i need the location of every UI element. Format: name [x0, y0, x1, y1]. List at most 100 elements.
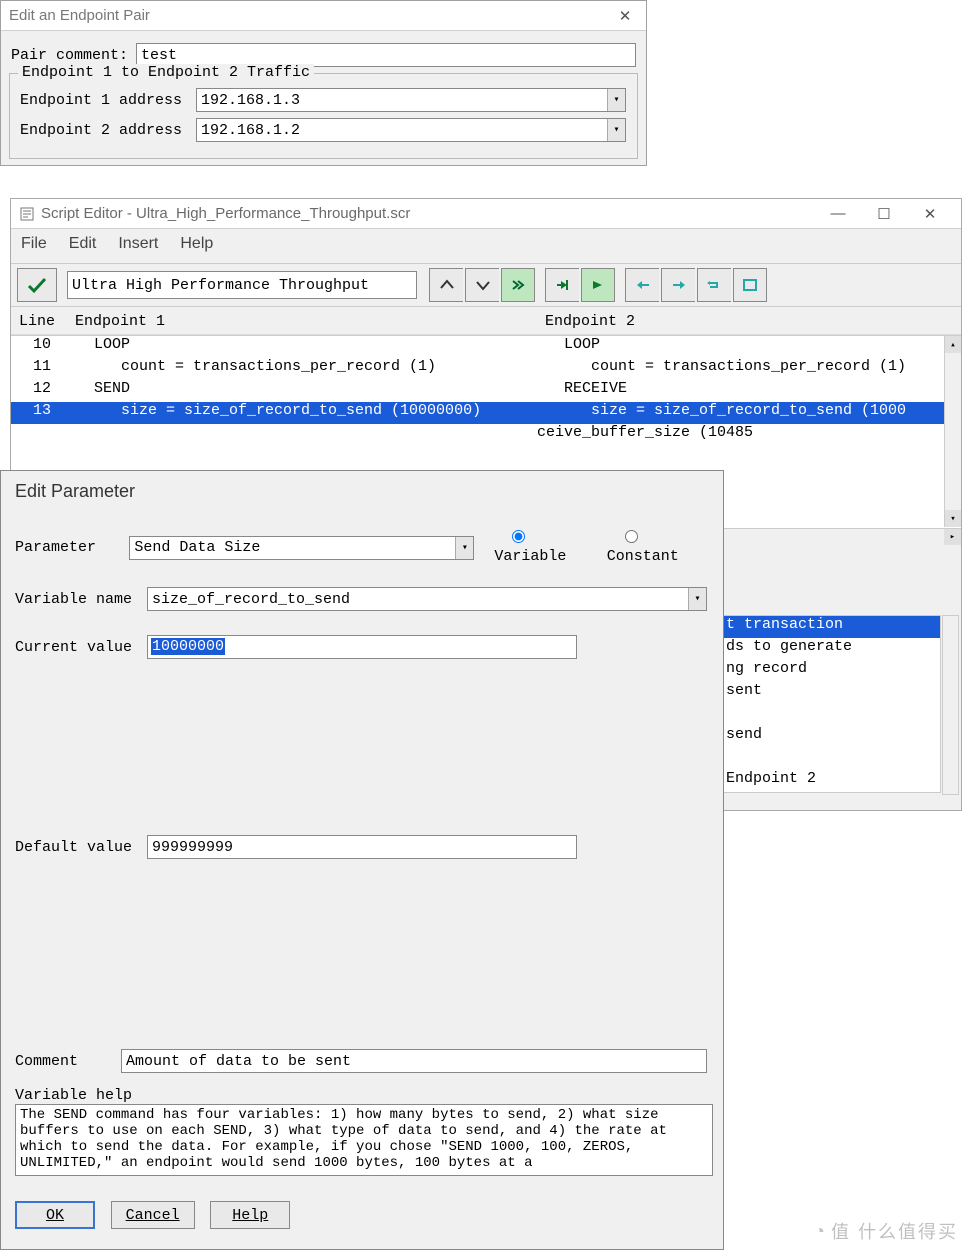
parameter-input[interactable]	[129, 536, 474, 560]
default-value-input[interactable]	[147, 835, 577, 859]
help-item[interactable]: sent	[722, 682, 940, 704]
traffic-group-legend: Endpoint 1 to Endpoint 2 Traffic	[18, 64, 314, 81]
close-icon[interactable]: ✕	[907, 199, 953, 229]
col-endpoint2: Endpoint 2	[545, 313, 953, 330]
swap-left-icon[interactable]	[625, 268, 659, 302]
help-item[interactable]: ng record	[722, 660, 940, 682]
chevron-down-icon[interactable]: ▾	[688, 588, 706, 610]
endpoint1-code: SEND	[67, 380, 537, 402]
maximize-icon[interactable]: ☐	[861, 199, 907, 229]
edit-endpoint-pair-window: Edit an Endpoint Pair ✕ Pair comment: En…	[0, 0, 647, 166]
help-item[interactable]: send	[722, 726, 940, 748]
menubar: File Edit Insert Help	[11, 229, 961, 263]
endpoint2-combo[interactable]: ▾	[196, 118, 626, 142]
endpoint2-code: RECEIVE	[537, 380, 961, 402]
current-value-text: 10000000	[151, 638, 225, 655]
line-number: 12	[11, 380, 67, 402]
script-row[interactable]	[11, 446, 961, 468]
cancel-button[interactable]: Cancel	[111, 1201, 195, 1229]
help-item[interactable]: t transaction	[722, 616, 940, 638]
col-endpoint1: Endpoint 1	[75, 313, 545, 330]
down-icon[interactable]	[465, 268, 499, 302]
titlebar: Edit an Endpoint Pair ✕	[1, 1, 646, 31]
ok-button[interactable]: OK	[15, 1201, 95, 1229]
chevron-down-icon[interactable]: ▾	[607, 119, 625, 141]
col-line: Line	[19, 313, 75, 330]
endpoint1-label: Endpoint 1 address	[20, 92, 188, 109]
watermark-icon: ◔	[814, 1221, 827, 1242]
current-value-label: Current value	[15, 639, 147, 656]
loop-icon[interactable]	[697, 268, 731, 302]
chevron-down-icon[interactable]: ▾	[455, 537, 473, 559]
variable-name-combo[interactable]: ▾	[147, 587, 707, 611]
endpoint2-label: Endpoint 2 address	[20, 122, 188, 139]
variable-radio-label[interactable]: Variable	[494, 530, 596, 565]
line-number	[11, 446, 67, 468]
script-name-input[interactable]	[67, 271, 417, 299]
endpoint1-code: size = size_of_record_to_send (10000000)	[67, 402, 537, 424]
pair-comment-label: Pair comment:	[11, 47, 128, 64]
script-row[interactable]: 13 size = size_of_record_to_send (100000…	[11, 402, 961, 424]
run-icon[interactable]	[501, 268, 535, 302]
comment-label: Comment	[15, 1053, 121, 1070]
endpoint1-code	[67, 424, 537, 446]
variable-radio[interactable]	[512, 530, 525, 543]
help-item[interactable]	[722, 748, 940, 770]
help-list[interactable]: t transactionds to generateng recordsent…	[721, 615, 941, 793]
default-value-label: Default value	[15, 839, 147, 856]
apply-button[interactable]	[17, 268, 57, 302]
up-icon[interactable]	[429, 268, 463, 302]
help-item[interactable]: Endpoint 2	[722, 770, 940, 792]
menu-edit[interactable]: Edit	[69, 235, 97, 253]
nav-group	[429, 268, 537, 302]
flow-group	[625, 268, 769, 302]
line-number: 10	[11, 336, 67, 358]
help-item[interactable]: ds to generate	[722, 638, 940, 660]
menu-help[interactable]: Help	[180, 235, 213, 253]
script-row[interactable]: 12 SEND RECEIVE	[11, 380, 961, 402]
help-item[interactable]	[722, 704, 940, 726]
variable-help-label: Variable help	[15, 1087, 709, 1104]
help-scrollbar[interactable]	[942, 615, 959, 795]
swap-right-icon[interactable]	[661, 268, 695, 302]
line-number: 13	[11, 402, 67, 424]
endpoint1-input[interactable]	[196, 88, 626, 112]
step-in-icon[interactable]	[545, 268, 579, 302]
panel-title: Edit Parameter	[15, 481, 709, 502]
rect-icon[interactable]	[733, 268, 767, 302]
endpoint1-combo[interactable]: ▾	[196, 88, 626, 112]
scroll-down-icon[interactable]: ▾	[945, 510, 961, 527]
traffic-group: Endpoint 1 to Endpoint 2 Traffic Endpoin…	[9, 73, 638, 159]
parameter-combo[interactable]: ▾	[129, 536, 474, 560]
constant-radio-label[interactable]: Constant	[607, 530, 709, 565]
variable-name-input[interactable]	[147, 587, 707, 611]
help-button[interactable]: Help	[210, 1201, 290, 1229]
script-row[interactable]: ceive_buffer_size (10485	[11, 424, 961, 446]
scroll-right-icon[interactable]: ▸	[944, 529, 961, 545]
variable-help-textarea[interactable]: The SEND command has four variables: 1) …	[15, 1104, 713, 1176]
step-over-icon[interactable]	[581, 268, 615, 302]
endpoint2-input[interactable]	[196, 118, 626, 142]
close-icon[interactable]: ✕	[612, 1, 638, 31]
line-number: 11	[11, 358, 67, 380]
vertical-scrollbar[interactable]: ▴ ▾	[944, 336, 961, 527]
edit-parameter-panel: Edit Parameter Parameter ▾ Variable Cons…	[0, 470, 724, 1250]
menu-insert[interactable]: Insert	[118, 235, 158, 253]
script-row[interactable]: 10 LOOP LOOP	[11, 336, 961, 358]
endpoint1-code	[67, 446, 537, 468]
endpoint2-code: size = size_of_record_to_send (1000	[537, 402, 961, 424]
constant-radio[interactable]	[625, 530, 638, 543]
comment-input[interactable]	[121, 1049, 707, 1073]
scroll-up-icon[interactable]: ▴	[945, 336, 961, 353]
script-row[interactable]: 11 count = transactions_per_record (1) c…	[11, 358, 961, 380]
menu-file[interactable]: File	[21, 235, 47, 253]
endpoint2-code: count = transactions_per_record (1)	[537, 358, 961, 380]
window-title: Script Editor - Ultra_High_Performance_T…	[41, 205, 410, 222]
minimize-icon[interactable]: —	[815, 199, 861, 229]
parameter-label: Parameter	[15, 539, 129, 556]
toolbar	[11, 263, 961, 307]
titlebar: Script Editor - Ultra_High_Performance_T…	[11, 199, 961, 229]
endpoint2-code	[537, 446, 961, 468]
chevron-down-icon[interactable]: ▾	[607, 89, 625, 111]
endpoint2-code: LOOP	[537, 336, 961, 358]
